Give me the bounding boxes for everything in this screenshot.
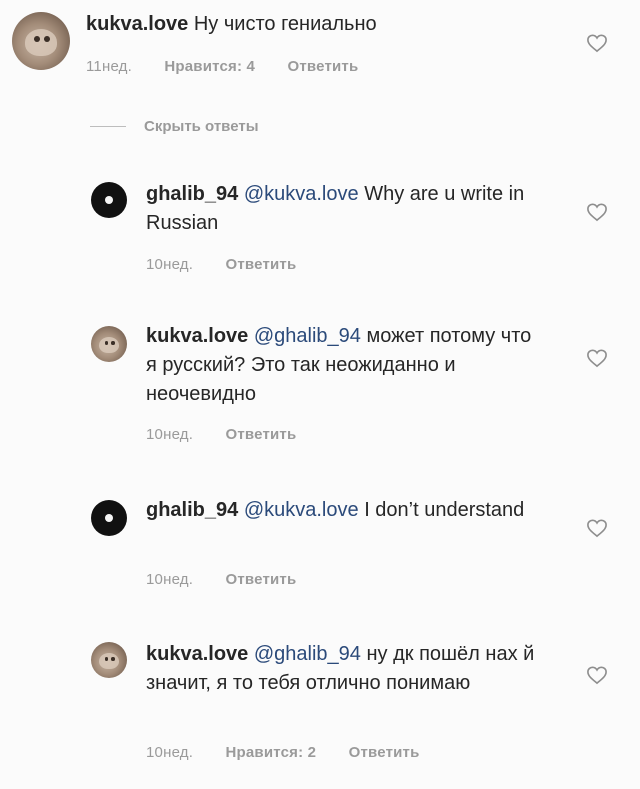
comment-text: kukva.love Ну чисто гениально [86, 10, 566, 39]
reply-button[interactable]: Ответить [225, 426, 296, 443]
comment-mention[interactable]: @ghalib_94 [254, 325, 361, 347]
heart-outline-icon[interactable] [586, 33, 608, 53]
comment-meta: 10нед. Ответить [146, 571, 324, 588]
comment-username[interactable]: kukva.love [86, 13, 188, 35]
comment-text: kukva.love @ghalib_94 может потому что я… [146, 322, 546, 409]
comment-username[interactable]: kukva.love [146, 325, 248, 347]
avatar[interactable] [91, 182, 127, 218]
comment-meta: 10нед. Нравится: 2 Ответить [146, 744, 448, 761]
comment-username[interactable]: kukva.love [146, 643, 248, 665]
avatar[interactable] [91, 500, 127, 536]
comment-text: ghalib_94 @kukva.love I don’t understand [146, 496, 546, 525]
comment-likes[interactable]: Нравится: 4 [164, 58, 255, 75]
heart-outline-icon[interactable] [586, 518, 608, 538]
reply-button[interactable]: Ответить [225, 256, 296, 273]
comment-time[interactable]: 10нед. [146, 744, 193, 761]
comment-meta: 10нед. Ответить [146, 426, 324, 443]
heart-outline-icon[interactable] [586, 348, 608, 368]
comment-body: Ну чисто гениально [193, 13, 377, 35]
comment-body: I don’t understand [364, 499, 525, 521]
comment-meta: 10нед. Ответить [146, 256, 324, 273]
reply-button[interactable]: Ответить [349, 744, 420, 761]
comment-mention[interactable]: @kukva.love [244, 499, 359, 521]
comment-time[interactable]: 10нед. [146, 426, 193, 443]
avatar[interactable] [91, 642, 127, 678]
comment-likes[interactable]: Нравится: 2 [225, 744, 316, 761]
comment-text: ghalib_94 @kukva.love Why are u write in… [146, 180, 546, 238]
avatar[interactable] [12, 12, 70, 70]
reply-button[interactable]: Ответить [287, 58, 358, 75]
comment-mention[interactable]: @ghalib_94 [254, 643, 361, 665]
comment-time[interactable]: 10нед. [146, 571, 193, 588]
hide-replies-button[interactable]: Скрыть ответы [90, 118, 259, 135]
divider [90, 126, 126, 127]
reply-button[interactable]: Ответить [225, 571, 296, 588]
heart-outline-icon[interactable] [586, 665, 608, 685]
comment-meta: 11нед. Нравится: 4 Ответить [86, 58, 386, 75]
comment-time[interactable]: 10нед. [146, 256, 193, 273]
comment-username[interactable]: ghalib_94 [146, 499, 238, 521]
comment-username[interactable]: ghalib_94 [146, 183, 238, 205]
comment-time[interactable]: 11нед. [86, 58, 132, 75]
hide-replies-label: Скрыть ответы [144, 118, 259, 135]
comment-mention[interactable]: @kukva.love [244, 183, 359, 205]
heart-outline-icon[interactable] [586, 202, 608, 222]
comment-text: kukva.love @ghalib_94 ну дк пошёл нах й … [146, 640, 546, 698]
avatar[interactable] [91, 326, 127, 362]
